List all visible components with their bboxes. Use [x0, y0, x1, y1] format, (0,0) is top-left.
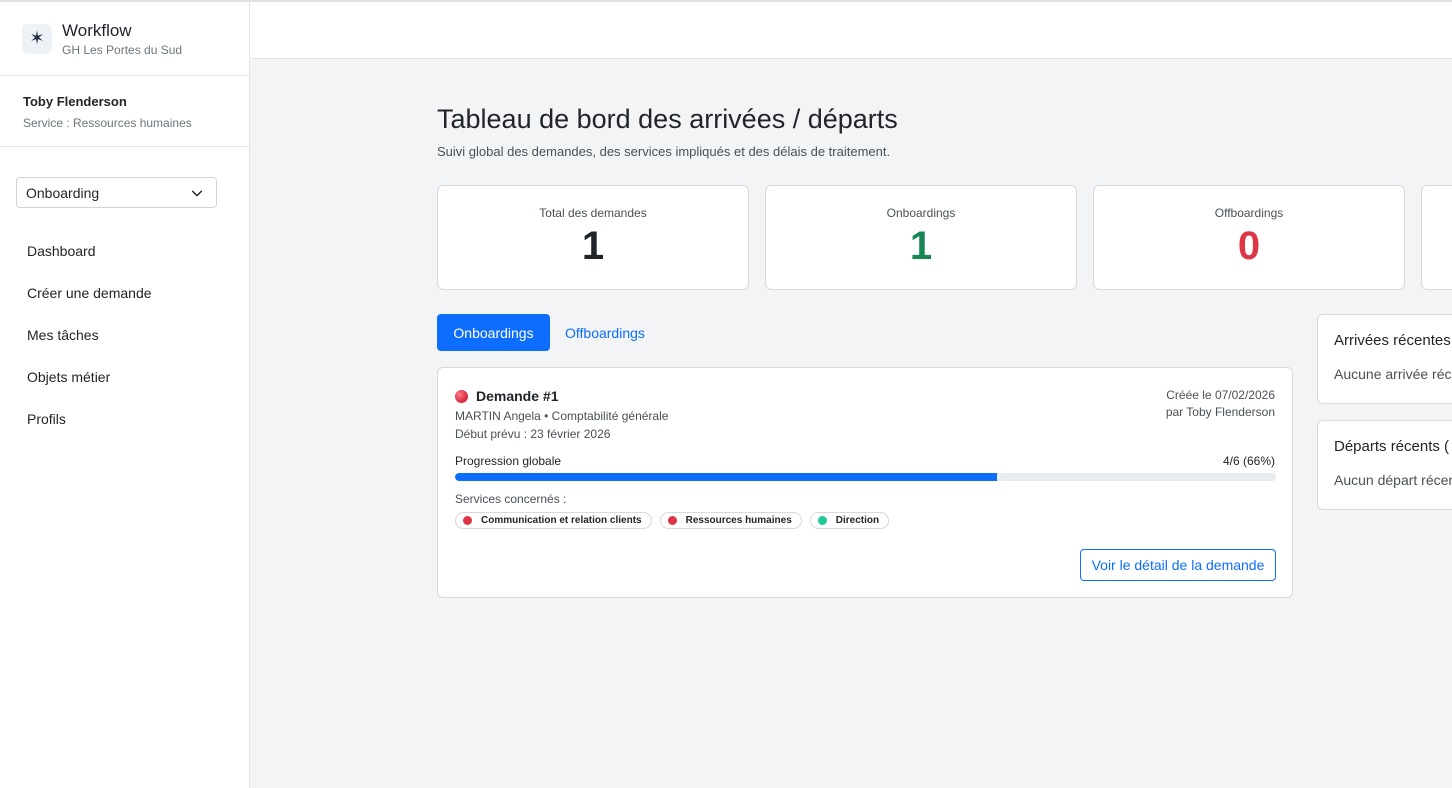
service-status-dot-icon: [817, 516, 827, 525]
stat-value: 1: [909, 224, 933, 268]
request-header: Demande #1: [455, 388, 558, 404]
stat-card-offboardings: Offboardings 0: [1093, 185, 1405, 290]
stat-label: Offboardings: [1214, 206, 1284, 220]
service-status-dot-icon: [463, 516, 472, 525]
sidebar: ✶ Workflow GH Les Portes du Sud Toby Fle…: [0, 2, 250, 788]
user-service: Service : Ressources humaines: [23, 116, 192, 130]
request-created: Créée le 07/02/2026 par Toby Flenderson: [1166, 387, 1275, 421]
brand-title: Workflow: [62, 20, 132, 40]
sidebar-item-create-request[interactable]: Créer une demande: [0, 272, 249, 314]
services-label: Services concernés :: [455, 492, 567, 506]
progress-label: Progression globale: [455, 454, 562, 468]
sidebar-nav: Dashboard Créer une demande Mes tâches O…: [0, 230, 249, 440]
recent-arrivals-title: Arrivées récentes: [1334, 332, 1451, 349]
page-title: Tableau de bord des arrivées / départs: [437, 104, 898, 134]
progress-bar-fill: [455, 473, 997, 481]
recent-departures-card: Départs récents ( Aucun départ récer: [1317, 420, 1452, 510]
workflow-select[interactable]: Onboarding: [16, 177, 217, 208]
service-chip-label: Communication et relation clients: [481, 515, 642, 526]
stat-label: Total des demandes: [539, 206, 647, 220]
services-list: Communication et relation clients Ressou…: [455, 512, 890, 529]
recent-departures-empty: Aucun départ récer: [1334, 472, 1452, 488]
request-card: Demande #1 MARTIN Angela • Comptabilité …: [437, 367, 1293, 598]
sidebar-item-my-tasks[interactable]: Mes tâches: [0, 314, 249, 356]
stat-label: Onboardings: [886, 206, 956, 220]
service-chip: Ressources humaines: [659, 512, 802, 529]
service-chip-label: Ressources humaines: [685, 515, 792, 526]
request-created-by: par Toby Flenderson: [1165, 405, 1275, 419]
sidebar-item-profiles[interactable]: Profils: [0, 398, 249, 440]
brand-subtitle: GH Les Portes du Sud: [62, 42, 183, 57]
progress-bar: [455, 473, 1276, 481]
status-dot-icon: [455, 389, 468, 403]
chevron-down-icon: [191, 190, 203, 196]
user-info: Toby Flenderson Service : Ressources hum…: [0, 76, 249, 147]
page-subtitle: Suivi global des demandes, des services …: [437, 144, 891, 159]
workflow-logo-icon: ✶: [22, 23, 52, 54]
request-employee: MARTIN Angela • Comptabilité générale: [455, 409, 669, 423]
recent-arrivals-empty: Aucune arrivée réce: [1334, 366, 1452, 382]
user-name: Toby Flenderson: [23, 94, 127, 109]
request-start-date: Début prévu : 23 février 2026: [455, 427, 611, 441]
service-chip: Communication et relation clients: [455, 512, 652, 529]
stat-value: 1: [581, 224, 605, 268]
service-status-dot-icon: [667, 516, 677, 525]
stat-card-total: Total des demandes 1: [437, 185, 749, 290]
top-header: [250, 2, 1452, 59]
view-request-detail-button[interactable]: Voir le détail de la demande: [1080, 549, 1276, 581]
recent-departures-title: Départs récents (: [1334, 438, 1450, 455]
service-chip: Direction: [809, 512, 890, 529]
request-created-date: Créée le 07/02/2026: [1166, 388, 1275, 402]
service-chip-label: Direction: [835, 515, 880, 526]
workflow-select-value: Onboarding: [26, 184, 100, 201]
brand[interactable]: ✶ Workflow GH Les Portes du Sud: [0, 2, 249, 76]
stat-card-partial: [1421, 185, 1452, 290]
request-title: Demande #1: [476, 388, 559, 404]
progress-count: 4/6 (66%): [1222, 454, 1275, 468]
tab-offboardings[interactable]: Offboardings: [555, 314, 655, 351]
sidebar-item-business-objects[interactable]: Objets métier: [0, 356, 249, 398]
stat-card-onboardings: Onboardings 1: [765, 185, 1077, 290]
stat-value: 0: [1237, 224, 1261, 268]
sidebar-item-dashboard[interactable]: Dashboard: [0, 230, 249, 272]
recent-arrivals-card: Arrivées récentes Aucune arrivée réce: [1317, 314, 1452, 404]
tab-onboardings[interactable]: Onboardings: [437, 314, 550, 351]
